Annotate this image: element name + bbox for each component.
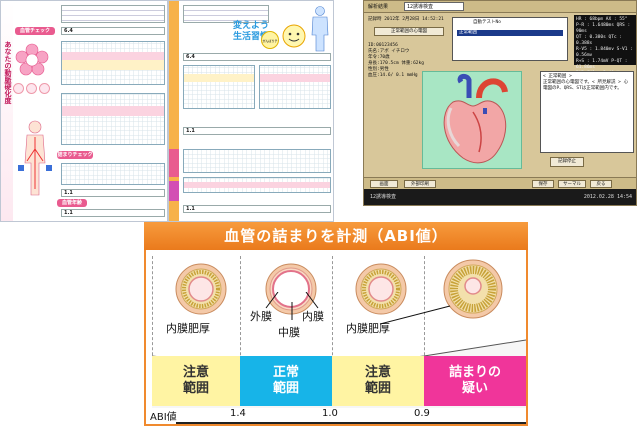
label-outer: 外膜 (250, 310, 272, 323)
vessel-thickened-icon (175, 263, 227, 315)
ecg-finding-panel: 自動テストNo 正常範囲 (452, 17, 568, 61)
ecg-params: HR : 68bpm AX : 55° P-R : 1.6480ms QRS :… (574, 15, 636, 76)
ecg-header-right: 自動テストNo (473, 20, 501, 25)
sheet1-side-band (1, 1, 13, 221)
ecg-statusbar: 12誘導検査 2012.02.28 14:54 (364, 189, 636, 205)
zone-caution-low: 注意 範囲 (332, 356, 424, 406)
ecg-tab[interactable]: 12誘導検査 (404, 2, 464, 11)
sheet1-value-low: 1.1 (61, 189, 165, 197)
ecg-param-4: R+S : 1.74mV P-QT : 61.86ms (576, 59, 628, 70)
heart-illustration (422, 71, 522, 169)
report-sheet-2: 変えよう 生活習慣！ がんばりチェック 6.4 1.1 1.1 (168, 0, 334, 222)
ecg-button-bar: 画面 外部印刷 保存 サーマル 戻る (364, 177, 636, 189)
composite-image: あなたの動脈硬化度 血管チェック 6.4 詰まりチェック 1.1 血管年齢 1.… (0, 0, 637, 426)
ecg-param-1: P-R : 1.6480ms QRS : 90ms (576, 23, 631, 34)
sheet2-graph-a (183, 65, 255, 109)
human-silhouette-icon (311, 6, 329, 52)
heart-icon (443, 73, 508, 164)
ecg-bar-button-screen[interactable]: 画面 (370, 180, 398, 188)
sheet1-graph-top (61, 41, 165, 85)
zone-caution-low-line2: 範囲 (364, 381, 391, 396)
sheet1-header-table (61, 5, 165, 23)
sheet1-vertical-title: あなたの動脈硬化度 (4, 41, 12, 104)
sheet2-badge: がんばりチェック (261, 31, 279, 61)
ecg-stop-button[interactable]: 記録停止 (550, 157, 584, 167)
sheet1-tag-low: 血管年齢 (57, 199, 87, 207)
sheet1-bubbles (13, 83, 50, 94)
sheet2-pink-band (169, 149, 179, 177)
ecg-bar-button-thermal[interactable]: サーマル (558, 180, 586, 188)
ecg-patient-misc: 血圧:14.6/ 0.1 mmHg (368, 73, 418, 78)
sheet2-graph-b (259, 65, 331, 109)
ecg-param-3: R-V5 : 1.840mv S-V1 : 0.56mv (576, 47, 633, 58)
zone-caution-high: 注意 範囲 (152, 356, 240, 406)
zone-normal-line2: 範囲 (272, 381, 299, 396)
sheet1-value-top: 6.4 (61, 27, 165, 35)
zone-caution-high-line2: 範囲 (182, 381, 209, 396)
sheet2-graph-c (183, 149, 331, 173)
ecg-bar-button-save[interactable]: 保存 (532, 180, 554, 188)
sheet1-value-low2: 1.1 (61, 209, 165, 217)
ecg-notes-body: 正常範囲の心電図です。< 所見解説 > 心電図のP、QRS、STは正常範囲内です… (543, 80, 629, 91)
ecg-titlebar: 解析結果 12誘導検査 (364, 1, 636, 13)
sheet1-graph-mid (61, 93, 165, 145)
ecg-window-title: 解析結果 (368, 4, 389, 10)
ecg-normal-button[interactable]: 正常範囲の心電図 (374, 27, 444, 36)
sheet2-value-top: 6.4 (183, 53, 331, 61)
zone-normal: 正常 範囲 (240, 356, 332, 406)
ecg-finding: 正常範囲 (457, 30, 563, 36)
sheet2-purple-band (169, 181, 179, 201)
sheet2-value-mid: 1.1 (183, 127, 331, 135)
ecg-status-right: 2012.02.28 14:54 (583, 194, 632, 200)
sheet1-tag-mid: 詰まりチェック (57, 151, 93, 159)
zone-blockage-line2: 疑い (461, 381, 488, 396)
ecg-notes-panel: < 正常範囲 > 正常範囲の心電図です。< 所見解説 > 心電図のP、QRS、S… (540, 71, 634, 153)
sheet2-value-low: 1.1 (183, 205, 331, 213)
label-inner: 内膜 (302, 310, 324, 323)
zone-normal-line1: 正常 (272, 365, 299, 380)
sheet1-tag-top: 血管チェック (15, 27, 55, 35)
abi-tick-0-9: 0.9 (414, 408, 430, 419)
ecg-patient-info: ID:00123456 氏名:アボ イチロウ 年令:70歳 身長:170.5cm… (368, 43, 424, 79)
zone-caution-high-line1: 注意 (182, 365, 209, 380)
sheet2-graph-d (183, 177, 331, 193)
ecg-device-screen: 解析結果 12誘導検査 記録時 2012年 2月28日 14:52:21 正常範… (363, 0, 637, 206)
ecg-param-2: QT : 0.380s QTc : 0.388s (576, 35, 623, 46)
ecg-status-left: 12誘導検査 (370, 194, 397, 200)
smile-face-icon (282, 24, 306, 48)
abi-tick-1-4: 1.4 (230, 408, 246, 419)
body-figure-icon (18, 120, 52, 196)
ecg-bar-button-print[interactable]: 外部印刷 (404, 180, 436, 188)
zone-caution-low-line1: 注意 (364, 365, 391, 380)
abi-diagram: 血管の詰まりを計測（ABI値） 内膜肥厚 外膜 内膜 中膜 内膜肥厚 注意 範囲… (144, 222, 528, 426)
zone-blockage: 詰まりの 疑い (424, 356, 526, 406)
ecg-timestamp: 記録時 2012年 2月28日 14:52:21 (368, 17, 444, 22)
abi-ruler (176, 422, 526, 424)
report-sheet-1: あなたの動脈硬化度 血管チェック 6.4 詰まりチェック 1.1 血管年齢 1.… (0, 0, 168, 222)
flower-icon (15, 43, 49, 76)
ecg-bar-button-back[interactable]: 戻る (590, 180, 612, 188)
sheet1-graph-low (61, 163, 165, 185)
zone-blockage-line1: 詰まりの (448, 365, 501, 380)
abi-tick-1-0: 1.0 (322, 408, 338, 419)
abi-axis-label: ABI値 (150, 412, 177, 423)
abi-title: 血管の詰まりを計測（ABI値） (144, 222, 528, 250)
